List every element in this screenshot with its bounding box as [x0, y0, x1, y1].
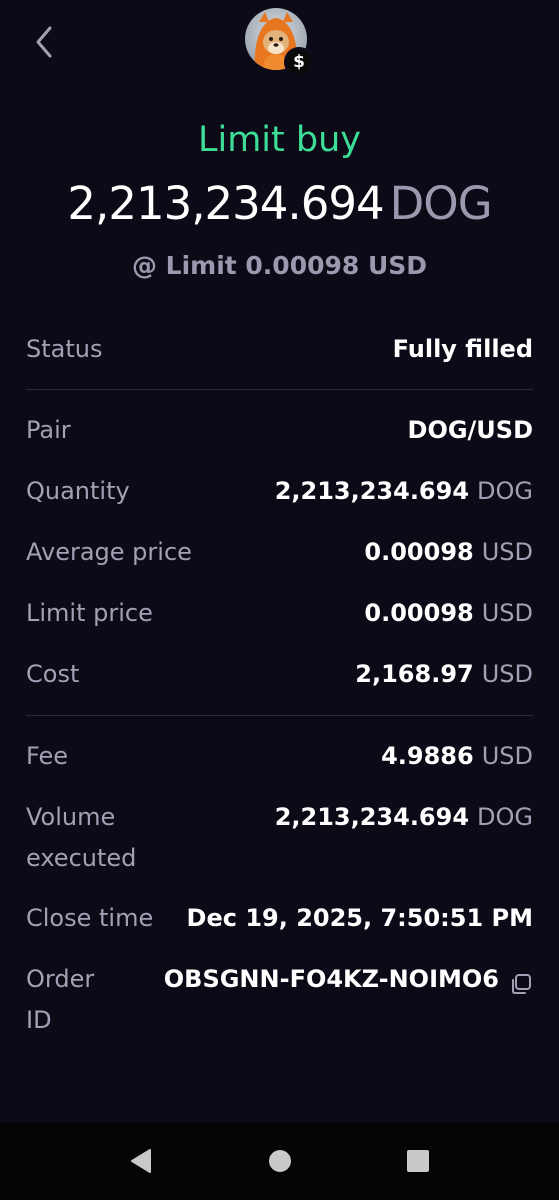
cost-value: 2,168.97 USD: [355, 654, 533, 695]
order-amount: 2,213,234.694 DOG: [0, 177, 559, 230]
order-id-value[interactable]: OBSGNN-FO4KZ-NOIMO6: [164, 959, 533, 1000]
divider: [26, 715, 533, 716]
volume-executed-row: Volume executed 2,213,234.694 DOG: [26, 797, 533, 879]
quantity-row: Quantity 2,213,234.694 DOG: [26, 471, 533, 512]
volume-executed-label: Volume executed: [26, 803, 137, 872]
chevron-left-icon: [36, 26, 52, 58]
average-price-value: 0.00098 USD: [364, 532, 533, 573]
volume-executed-amount: 2,213,234.694: [274, 803, 470, 831]
cost-row: Cost 2,168.97 USD: [26, 654, 533, 695]
quantity-value: 2,213,234.694 DOG: [275, 471, 533, 512]
pair-value: DOG/USD: [407, 416, 533, 444]
limit-price-value: 0.00098 USD: [364, 593, 533, 634]
volume-executed-unit: DOG: [477, 803, 533, 831]
fee-label: Fee: [26, 742, 69, 770]
pair-row: Pair DOG/USD: [26, 410, 533, 451]
quantity-label: Quantity: [26, 477, 130, 505]
limit-price-amount: 0.00098: [364, 599, 474, 627]
status-row: Status Fully filled: [26, 329, 533, 370]
limit-price-row: Limit price 0.00098 USD: [26, 593, 533, 634]
cost-unit: USD: [481, 660, 533, 688]
fee-value: 4.9886 USD: [381, 736, 533, 777]
token-avatar-group: $: [245, 8, 314, 77]
close-time-value: Dec 19, 2025, 7:50:51 PM: [186, 904, 533, 932]
status-value: Fully filled: [392, 335, 533, 363]
order-id-row: Order ID OBSGNN-FO4KZ-NOIMO6: [26, 959, 533, 1041]
nav-recents-button[interactable]: [403, 1146, 433, 1176]
order-amount-unit: DOG: [389, 177, 493, 230]
limit-price-label: Limit price: [26, 599, 153, 627]
order-id-text: OBSGNN-FO4KZ-NOIMO6: [163, 965, 499, 993]
order-type-title: Limit buy: [197, 120, 361, 160]
system-navbar: [0, 1122, 559, 1200]
limit-price-unit: USD: [481, 599, 533, 627]
average-price-amount: 0.00098: [364, 538, 474, 566]
close-time-label: Close time: [26, 904, 154, 932]
average-price-unit: USD: [481, 538, 533, 566]
pair-label: Pair: [26, 416, 71, 444]
cost-label: Cost: [26, 660, 80, 688]
dollar-icon: $: [293, 51, 305, 72]
fee-row: Fee 4.9886 USD: [26, 736, 533, 777]
copy-icon[interactable]: [509, 968, 533, 994]
cost-amount: 2,168.97: [355, 660, 474, 688]
volume-executed-value: 2,213,234.694 DOG: [275, 797, 533, 838]
close-time-row: Close time Dec 19, 2025, 7:50:51 PM: [26, 898, 533, 939]
usd-badge: $: [284, 47, 314, 77]
quantity-unit: DOG: [477, 477, 533, 505]
back-button[interactable]: [28, 22, 64, 62]
fee-unit: USD: [481, 742, 533, 770]
fee-amount: 4.9886: [381, 742, 474, 770]
nav-home-button[interactable]: [265, 1146, 295, 1176]
status-label: Status: [26, 335, 103, 363]
quantity-amount: 2,213,234.694: [274, 477, 470, 505]
average-price-label: Average price: [26, 538, 192, 566]
average-price-row: Average price 0.00098 USD: [26, 532, 533, 573]
limit-price-subtitle: @ Limit 0.00098 USD: [131, 251, 428, 280]
square-recents-icon: [407, 1150, 429, 1172]
triangle-back-icon: [131, 1149, 151, 1173]
order-id-label: Order ID: [26, 965, 95, 1034]
divider: [26, 389, 533, 390]
order-amount-value: 2,213,234.694: [67, 177, 384, 230]
nav-back-button[interactable]: [126, 1146, 156, 1176]
circle-home-icon: [269, 1150, 291, 1172]
